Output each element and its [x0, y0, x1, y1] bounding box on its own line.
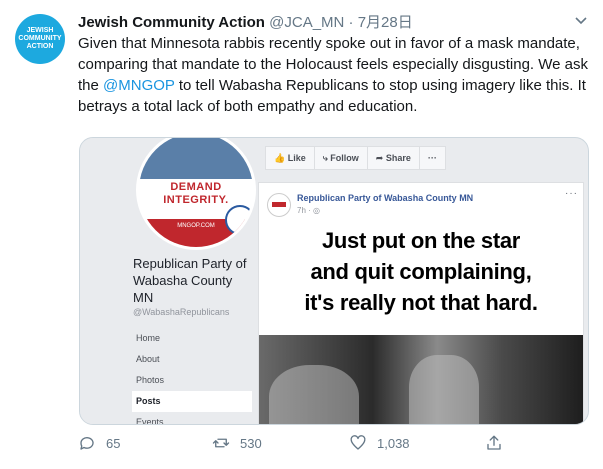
reply-icon [80, 437, 94, 450]
avatar-line: JEWISH [26, 27, 54, 34]
like-button[interactable]: 1,038 [349, 432, 410, 454]
author-handle[interactable]: @JCA_MN [269, 14, 344, 31]
fb-like-label: Like [287, 153, 306, 163]
thumbs-up-icon: 👍 [274, 153, 288, 163]
fb-follow-button: ⤷ Follow [315, 147, 368, 169]
retweet-button[interactable]: 530 [212, 432, 262, 454]
fb-post-more: ··· [565, 188, 578, 199]
fb-sidebar: DEMAND INTEGRITY. MNGOP.COM Republican P… [80, 138, 258, 424]
fb-share-label: Share [385, 153, 411, 163]
fb-follow-label: Follow [330, 153, 359, 163]
author-name[interactable]: Jewish Community Action [78, 14, 265, 31]
tweet-text: Given that Minnesota rabbis recently spo… [78, 33, 588, 117]
tweet-header: Jewish Community Action @JCA_MN · 7月28日 [78, 11, 413, 31]
tweet[interactable]: JEWISH COMMUNITY ACTION Jewish Community… [0, 0, 603, 469]
share-button[interactable] [485, 432, 513, 454]
fb-post-time: 7h · ◎ [297, 206, 320, 215]
profile-slogan: DEMAND INTEGRITY. [139, 181, 253, 207]
retweet-icon [212, 438, 230, 448]
fb-nav-home: Home [136, 333, 161, 343]
chevron-down-icon[interactable] [573, 12, 589, 28]
fb-page-name: Republican Party of Wabasha County MN [133, 256, 247, 305]
tweet-image[interactable]: DEMAND INTEGRITY. MNGOP.COM Republican P… [79, 137, 589, 425]
avatar-line: COMMUNITY [18, 35, 62, 42]
profile-slogan-line: DEMAND [170, 181, 222, 193]
share-icon [487, 435, 501, 450]
fb-action-bar: 👍 Like ⤷ Follow ➦ Share ··· [265, 146, 446, 170]
share-arrow-icon: ➦ [375, 153, 386, 163]
fb-like-button: 👍 Like [266, 147, 315, 169]
badge-icon [225, 205, 253, 235]
fb-share-button: ➦ Share [368, 147, 420, 169]
fb-nav-events: Events [136, 417, 164, 425]
fb-nav-photos: Photos [136, 375, 165, 385]
heart-icon [350, 435, 366, 450]
photo-figure [409, 355, 479, 424]
fb-more-button: ··· [427, 153, 437, 163]
meme-line: Just put on the star [321, 228, 521, 253]
meme-line: it's really not that hard. [304, 290, 538, 315]
fb-post-avatar [267, 193, 291, 217]
avatar-line: ACTION [26, 43, 54, 50]
fb-post-page-name: Republican Party of Wabasha County MN [297, 193, 474, 203]
fb-page-nav: Home About Photos Posts Events [132, 328, 252, 425]
tweet-actions: 65 530 1,038 [78, 432, 598, 456]
photo-figure [269, 365, 359, 424]
mention-link[interactable]: @MNGOP [103, 77, 175, 94]
retweet-count: 530 [240, 435, 262, 451]
avatar[interactable]: JEWISH COMMUNITY ACTION [15, 14, 65, 64]
tweet-date[interactable]: · 7月28日 [349, 14, 413, 31]
fb-nav-about: About [136, 354, 160, 364]
meme-photo [259, 335, 583, 424]
fb-profile-picture: DEMAND INTEGRITY. MNGOP.COM [136, 138, 256, 250]
meme-line: and quit complaining, [310, 259, 532, 284]
capitol-image [139, 138, 253, 179]
fb-nav-posts: Posts [132, 391, 252, 412]
reply-count: 65 [106, 435, 121, 451]
fb-page-handle: @WabashaRepublicans [133, 307, 230, 317]
like-count: 1,038 [377, 435, 410, 451]
meme-caption: Just put on the star and quit complainin… [259, 225, 583, 329]
reply-button[interactable]: 65 [78, 432, 120, 454]
fb-post: Republican Party of Wabasha County MN 7h… [258, 182, 584, 424]
